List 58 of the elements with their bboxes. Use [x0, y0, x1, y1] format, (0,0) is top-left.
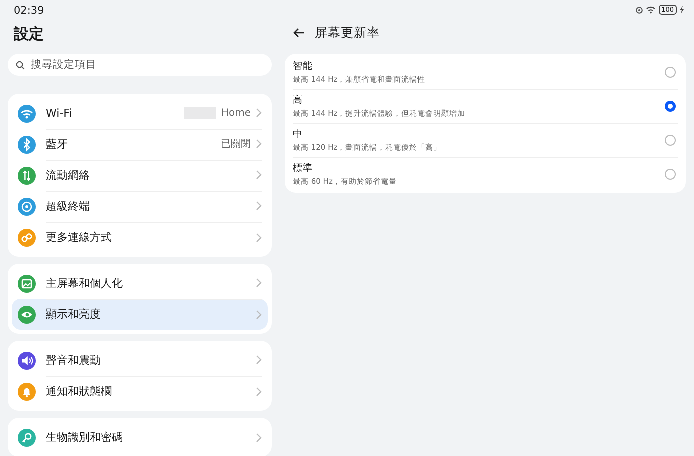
item-label: 流動網絡 — [46, 168, 91, 182]
link-icon — [18, 228, 36, 246]
settings-item[interactable]: Wi-Fi Home — [12, 98, 268, 129]
status-icon — [636, 6, 643, 14]
settings-item[interactable]: 更多連線方式 — [12, 222, 268, 253]
chevron-icon — [256, 355, 262, 365]
home-icon — [18, 274, 36, 292]
radio-button[interactable] — [665, 135, 676, 146]
item-label: 藍牙 — [46, 136, 69, 152]
settings-item[interactable]: 生物識別和密碼 — [12, 422, 268, 453]
item-label: 聲音和震動 — [46, 352, 102, 368]
item-label: 顯示和亮度 — [46, 307, 102, 322]
chevron-icon — [256, 170, 262, 180]
item-label: 通知和狀態欄 — [46, 384, 113, 399]
chevron-icon — [256, 310, 262, 320]
item-value: Home — [221, 108, 251, 118]
status-time: 02:39 — [13, 4, 46, 17]
settings-item[interactable]: 流動網絡 — [12, 160, 268, 191]
settings-item[interactable]: 聲音和震動 — [12, 345, 268, 376]
page-title: 設定 — [14, 25, 45, 44]
bluetooth-icon — [18, 136, 36, 154]
item-label: 超級終端 — [46, 198, 91, 214]
item-label: 更多連線方式 — [46, 230, 113, 245]
back-arrow-icon[interactable] — [293, 28, 305, 38]
radio-button[interactable] — [665, 67, 676, 78]
eye-icon — [18, 306, 36, 324]
search-icon — [16, 61, 25, 70]
chevron-icon — [256, 432, 262, 442]
wifi-signal-icon — [646, 6, 656, 14]
charging-icon — [680, 6, 684, 14]
item-value: 已關閉 — [221, 138, 251, 151]
wifi-icon — [18, 104, 36, 122]
item-label: Wi-Fi — [46, 106, 74, 120]
chevron-icon — [256, 139, 262, 149]
chevron-icon — [256, 278, 262, 288]
option-title: 智能 — [293, 60, 314, 73]
item-label: 主屏幕和個人化 — [46, 276, 124, 290]
radio-button[interactable] — [665, 101, 676, 112]
chevron-icon — [256, 386, 262, 396]
settings-item[interactable]: 超級終端 — [12, 191, 268, 222]
option-title: 高 — [293, 94, 304, 107]
search-field[interactable]: 搜尋設定項目 — [8, 54, 272, 76]
bell-icon — [18, 382, 36, 400]
radio-button[interactable] — [665, 169, 676, 180]
chevron-icon — [256, 108, 262, 118]
chevron-icon — [256, 232, 262, 242]
item-label: 生物識別和密碼 — [46, 430, 124, 445]
device-icon — [18, 198, 36, 216]
settings-item[interactable]: 通知和狀態欄 — [12, 376, 268, 407]
option-title: 中 — [293, 128, 304, 141]
page-title: 屏幕更新率 — [315, 24, 380, 42]
mobile-icon — [18, 166, 36, 184]
key-icon — [18, 428, 36, 446]
option-title: 標準 — [293, 162, 314, 175]
settings-item[interactable]: 藍牙 已關閉 — [12, 129, 268, 160]
settings-item[interactable]: 顯示和亮度 — [12, 299, 268, 330]
chevron-icon — [256, 201, 262, 211]
sound-icon — [18, 352, 36, 370]
